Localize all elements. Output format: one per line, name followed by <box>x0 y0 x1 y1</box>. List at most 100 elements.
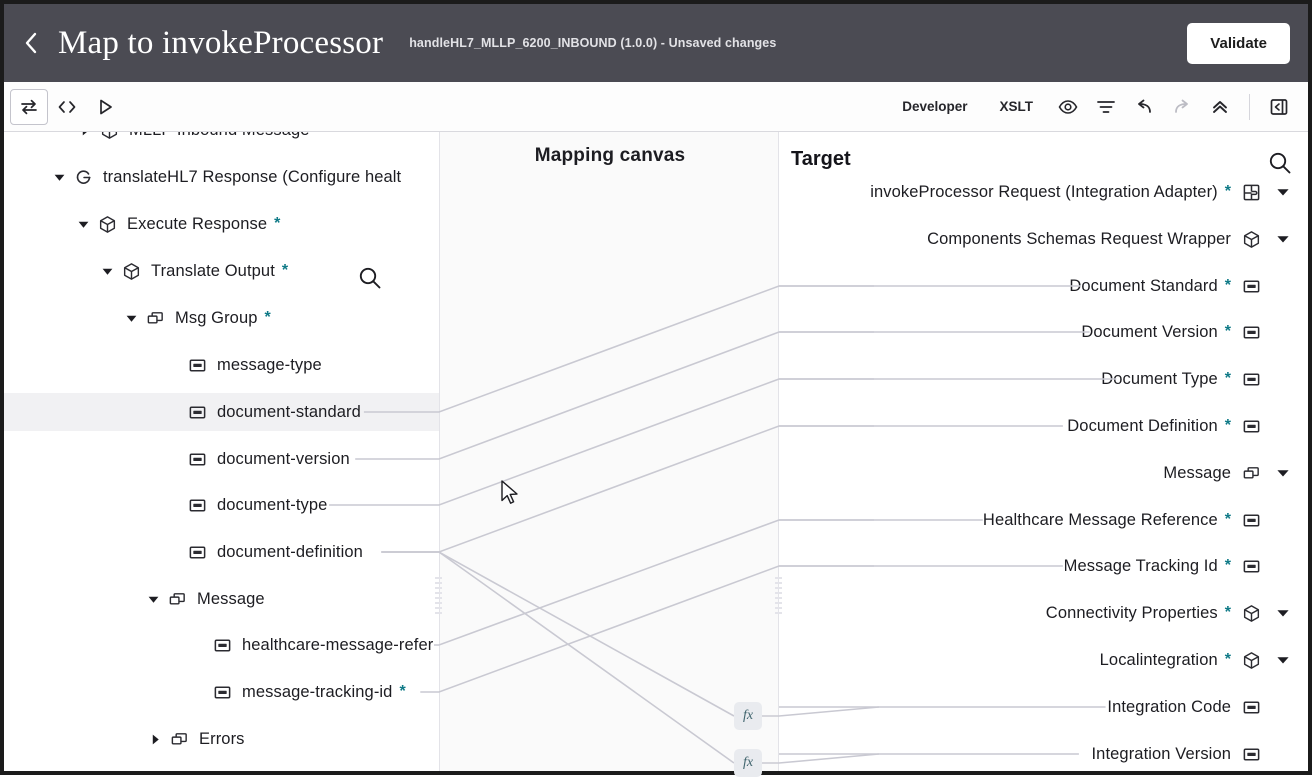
field-icon <box>1240 555 1262 577</box>
cube-icon <box>1240 602 1262 624</box>
mapping-canvas[interactable]: Mapping canvas <box>439 132 779 771</box>
target-row[interactable]: Localintegration * <box>1100 643 1294 677</box>
field-icon <box>1240 696 1262 718</box>
target-row[interactable]: Message Tracking Id * <box>1064 549 1262 583</box>
source-canvas-splitter[interactable] <box>435 577 442 641</box>
target-panel: Target invokeProcessor Request (Integrat… <box>779 132 1308 771</box>
chevron-down-icon[interactable] <box>74 215 92 233</box>
grip-line <box>775 577 782 579</box>
target-row[interactable]: invokeProcessor Request (Integration Ada… <box>870 175 1294 209</box>
grid-icon <box>1240 181 1262 203</box>
grip-line <box>775 587 782 589</box>
source-node-label: message-tracking-id <box>242 682 393 701</box>
target-row[interactable]: Healthcare Message Reference * <box>983 503 1262 537</box>
source-tree-node[interactable]: Errors <box>4 720 439 758</box>
grip-line <box>435 597 442 599</box>
required-asterisk: * <box>1224 183 1231 200</box>
source-tree-node[interactable]: document-definition <box>4 533 439 571</box>
source-search-button[interactable] <box>356 264 384 297</box>
chevron-down-icon[interactable] <box>1272 462 1294 484</box>
back-button[interactable] <box>16 28 46 58</box>
required-asterisk: * <box>317 132 323 138</box>
source-panel: MLLP Inbound Message * translateHL7 Respon… <box>4 132 439 771</box>
grip-line <box>435 602 442 604</box>
target-row[interactable]: Document Definition * <box>1067 409 1262 443</box>
target-row[interactable]: Integration Version <box>1092 737 1263 771</box>
chevron-down-icon[interactable] <box>1272 602 1294 624</box>
source-tree-node[interactable]: healthcare-message-refer <box>4 626 439 664</box>
code-view-button[interactable] <box>48 89 86 125</box>
target-row-label: Integration Code <box>1107 697 1231 716</box>
search-icon <box>1269 152 1291 174</box>
validate-button[interactable]: Validate <box>1187 22 1290 64</box>
target-row[interactable]: Document Type * <box>1101 362 1262 396</box>
target-row[interactable]: Document Version * <box>1081 315 1262 349</box>
target-row-label: Document Definition <box>1067 416 1218 435</box>
source-tree-node[interactable]: Message <box>4 580 439 618</box>
redo-button[interactable] <box>1163 89 1201 125</box>
source-tree-node[interactable]: MLLP Inbound Message * <box>4 132 439 149</box>
function-node[interactable]: fx <box>734 702 762 730</box>
chevron-left-icon <box>25 32 37 54</box>
filter-button[interactable] <box>1087 89 1125 125</box>
target-row-label: Document Type <box>1101 369 1218 388</box>
canvas-target-splitter[interactable] <box>775 577 782 641</box>
required-asterisk: * <box>1224 557 1231 574</box>
developer-tab[interactable]: Developer <box>886 99 983 114</box>
target-row-label: Connectivity Properties <box>1045 603 1218 622</box>
source-tree-node[interactable]: document-standard <box>4 393 439 431</box>
chevron-down-icon[interactable] <box>144 590 162 608</box>
chevron-down-icon[interactable] <box>1272 181 1294 203</box>
source-tree-node[interactable]: translateHL7 Response (Configure healt <box>4 158 439 196</box>
target-row[interactable]: Components Schemas Request Wrapper <box>927 222 1294 256</box>
source-tree-node[interactable]: document-version <box>4 440 439 478</box>
xslt-tab[interactable]: XSLT <box>984 99 1050 114</box>
filter-icon <box>1097 100 1115 113</box>
chevron-down-icon[interactable] <box>122 309 140 327</box>
chevron-down-icon[interactable] <box>98 262 116 280</box>
chevron-down-icon[interactable] <box>1272 649 1294 671</box>
field-icon <box>186 448 208 470</box>
target-heading: Target <box>791 148 851 170</box>
run-button[interactable] <box>86 89 124 125</box>
field-icon <box>1240 275 1262 297</box>
undo-button[interactable] <box>1125 89 1163 125</box>
app-header: Map to invokeProcessor handleHL7_MLLP_62… <box>4 4 1308 82</box>
target-row[interactable]: Integration Code <box>1107 690 1262 724</box>
field-icon <box>211 634 233 656</box>
target-row-label: Localintegration <box>1099 650 1218 669</box>
field-icon <box>186 401 208 423</box>
source-tree-node[interactable]: message-type <box>4 346 439 384</box>
target-row[interactable]: Message <box>1163 456 1294 490</box>
function-node[interactable]: fx <box>734 749 762 777</box>
required-asterisk: * <box>281 262 289 279</box>
cube-icon <box>96 213 118 235</box>
required-asterisk: * <box>1224 277 1231 294</box>
target-row[interactable]: Document Standard * <box>1069 269 1262 303</box>
source-node-label: Msg Group <box>175 308 258 327</box>
chevron-down-icon[interactable] <box>50 168 68 186</box>
grip-line <box>775 607 782 609</box>
collapse-all-button[interactable] <box>1201 89 1239 125</box>
swap-arrows-button[interactable] <box>10 88 48 125</box>
grip-line <box>775 597 782 599</box>
target-row[interactable]: Connectivity Properties * <box>1046 596 1294 630</box>
required-asterisk: * <box>1224 604 1231 621</box>
source-tree-node[interactable]: document-type <box>4 486 439 524</box>
grip-line <box>435 592 442 594</box>
cube-icon <box>1240 228 1262 250</box>
source-tree-node[interactable]: Execute Response * <box>4 205 439 243</box>
field-icon <box>211 681 233 703</box>
chevron-right-icon[interactable] <box>146 730 164 748</box>
canvas-title: Mapping canvas <box>534 145 686 166</box>
required-asterisk: * <box>1224 370 1231 387</box>
source-tree-node[interactable]: Msg Group * <box>4 299 439 337</box>
source-node-label: document-type <box>217 495 328 514</box>
page-title: Map to invokeProcessor <box>58 24 384 61</box>
source-tree-node[interactable]: message-tracking-id * <box>4 673 439 711</box>
target-row-label: Healthcare Message Reference <box>982 510 1218 529</box>
preview-button[interactable] <box>1049 89 1087 125</box>
panel-toggle-button[interactable] <box>1260 89 1298 125</box>
chevron-right-icon[interactable] <box>76 132 94 139</box>
chevron-down-icon[interactable] <box>1272 228 1294 250</box>
